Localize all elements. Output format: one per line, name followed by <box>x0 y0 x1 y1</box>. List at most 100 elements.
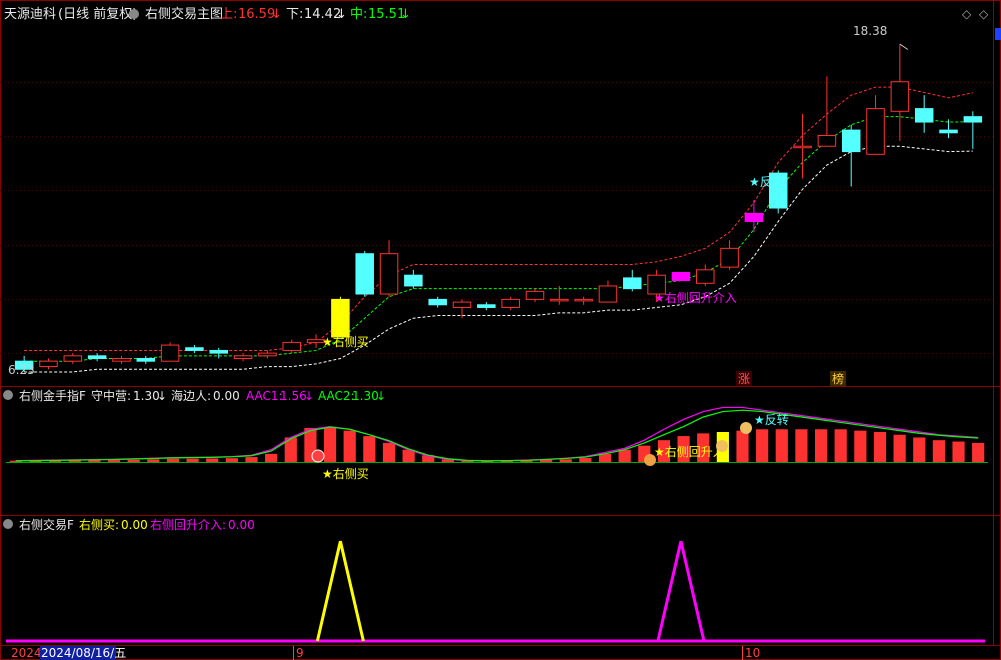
buy-ball-icon <box>311 449 325 463</box>
panel2-reversal-label: ★反转 <box>754 412 789 427</box>
panel2-header: 右侧金手指F 守中营: 1.30 ↓ 海边人: 0.00 AAC1: 1.56 … <box>3 388 386 403</box>
momentum-bar <box>382 442 396 462</box>
candle-body <box>720 247 739 268</box>
candle-body <box>39 360 58 368</box>
candle-body <box>914 108 934 123</box>
lower-label: 下: <box>286 7 303 22</box>
signal-reversal-label: ★反转 <box>749 174 784 189</box>
candle-body <box>258 352 277 357</box>
aac2-label: AAC2: <box>318 389 355 403</box>
candle-body <box>160 344 180 362</box>
haibian-label: 海边人: <box>171 388 211 403</box>
panel-frames <box>0 0 1001 660</box>
pullback-label: 右侧回升介入: <box>150 517 226 532</box>
momentum-bar <box>972 442 985 462</box>
high-price-label: 18.38 <box>853 24 887 38</box>
candle-body <box>890 81 910 112</box>
momentum-bar <box>206 458 219 462</box>
momentum-bar <box>854 430 867 462</box>
candle-body <box>477 304 496 308</box>
stock-name[interactable]: 天源迪科 <box>4 7 56 22</box>
panel2-name[interactable]: 右侧金手指F <box>19 388 86 403</box>
scroll-indicator[interactable] <box>995 28 1001 40</box>
momentum-bar <box>265 453 278 462</box>
candlesticks[interactable] <box>14 43 983 372</box>
momentum-bar <box>913 437 926 462</box>
indicator-name[interactable]: 右侧交易主图 <box>145 6 223 22</box>
candle-body <box>282 341 301 351</box>
price-bands <box>24 86 973 373</box>
momentum-bar <box>618 449 631 462</box>
indicator-menu-icon[interactable] <box>129 9 139 19</box>
aac2-line <box>15 409 979 462</box>
momentum-bar <box>814 429 828 462</box>
buy-signal-spike <box>315 540 365 642</box>
arrow-down-icon: ↓ <box>271 7 282 22</box>
momentum-bar <box>166 458 180 462</box>
signal-pullback-label: ★右侧回升介入 <box>654 290 737 305</box>
candle-body <box>136 358 156 362</box>
period-label[interactable]: (日线 前复权) <box>58 6 137 22</box>
candle-body <box>112 358 131 362</box>
high-marker-line <box>899 43 909 50</box>
shouzhong-value: 1.30 <box>133 389 160 403</box>
candle-body <box>574 298 593 302</box>
candle-body <box>817 134 837 147</box>
arrow-down-icon: ↓ <box>304 389 314 403</box>
moneybag-icon <box>716 440 728 452</box>
settings-icon[interactable]: ◇ <box>979 7 989 21</box>
momentum-bar <box>107 460 121 462</box>
pullback-signal-spike <box>656 540 706 642</box>
upper-band-line <box>24 86 973 351</box>
aac1-value: 1.56 <box>280 389 307 403</box>
buy-value: 0.00 <box>121 518 148 532</box>
candle-body <box>209 349 229 354</box>
arrow-down-icon: ↓ <box>157 389 167 403</box>
candle-body <box>550 298 569 302</box>
panel2-plot <box>6 406 988 463</box>
cursor-date-label: 2024/08/16/五 <box>41 646 126 660</box>
momentum-bar <box>363 436 376 462</box>
pullback-value: 0.00 <box>228 518 255 532</box>
candle-body <box>525 290 545 300</box>
momentum-bar <box>127 459 140 462</box>
price-annotations: 18.38 6.23 ★右侧买 ★右侧回升介入 ★反转 涨 榜 <box>8 24 887 386</box>
moneybag-icon <box>740 422 752 434</box>
indicator-menu-icon[interactable] <box>3 390 13 400</box>
indicator-menu-icon[interactable] <box>3 519 13 529</box>
momentum-bar <box>932 440 945 462</box>
panel3-name[interactable]: 右侧交易F <box>19 517 74 532</box>
candle-body <box>452 301 472 308</box>
candle-body <box>233 355 253 360</box>
candle-body <box>963 116 983 123</box>
candle-body <box>185 347 204 351</box>
low-price-label: 6.23 <box>8 363 35 377</box>
panel2-pullback-label: ★右侧回升入 <box>654 444 725 459</box>
candle-body <box>841 129 861 153</box>
momentum-bar <box>225 458 238 462</box>
middle-band-line <box>24 116 973 362</box>
time-axis: 2024 2024/08/16/五 9 10 <box>11 646 760 660</box>
main-header: 天源迪科 (日线 前复权) 右侧交易主图 上: 16.59 ↓ 下: 14.42… <box>4 6 1001 40</box>
candle-body <box>939 129 958 134</box>
candle-body <box>866 108 885 155</box>
candle-body <box>696 269 715 284</box>
momentum-bar <box>245 457 258 462</box>
arrow-down-icon: ↓ <box>400 7 411 22</box>
candle-body <box>87 355 107 360</box>
momentum-bar <box>952 441 965 462</box>
arrow-down-icon: ↓ <box>336 7 347 22</box>
momentum-bar <box>343 430 356 462</box>
diamond-icon[interactable]: ◇ <box>962 7 972 21</box>
momentum-bar <box>186 458 199 462</box>
candle-body <box>379 253 399 295</box>
month-label-oct: 10 <box>745 646 760 660</box>
chart-canvas[interactable]: 天源迪科 (日线 前复权) 右侧交易主图 上: 16.59 ↓ 下: 14.42… <box>0 0 1001 660</box>
momentum-bar <box>834 429 847 462</box>
aac1-label: AAC1: <box>246 389 283 403</box>
momentum-bar <box>795 429 808 462</box>
momentum-bar <box>559 459 572 462</box>
haibian-value: 0.00 <box>213 389 240 403</box>
panel2-buy-label: ★右侧买 <box>322 466 369 481</box>
candle-body <box>501 298 520 308</box>
